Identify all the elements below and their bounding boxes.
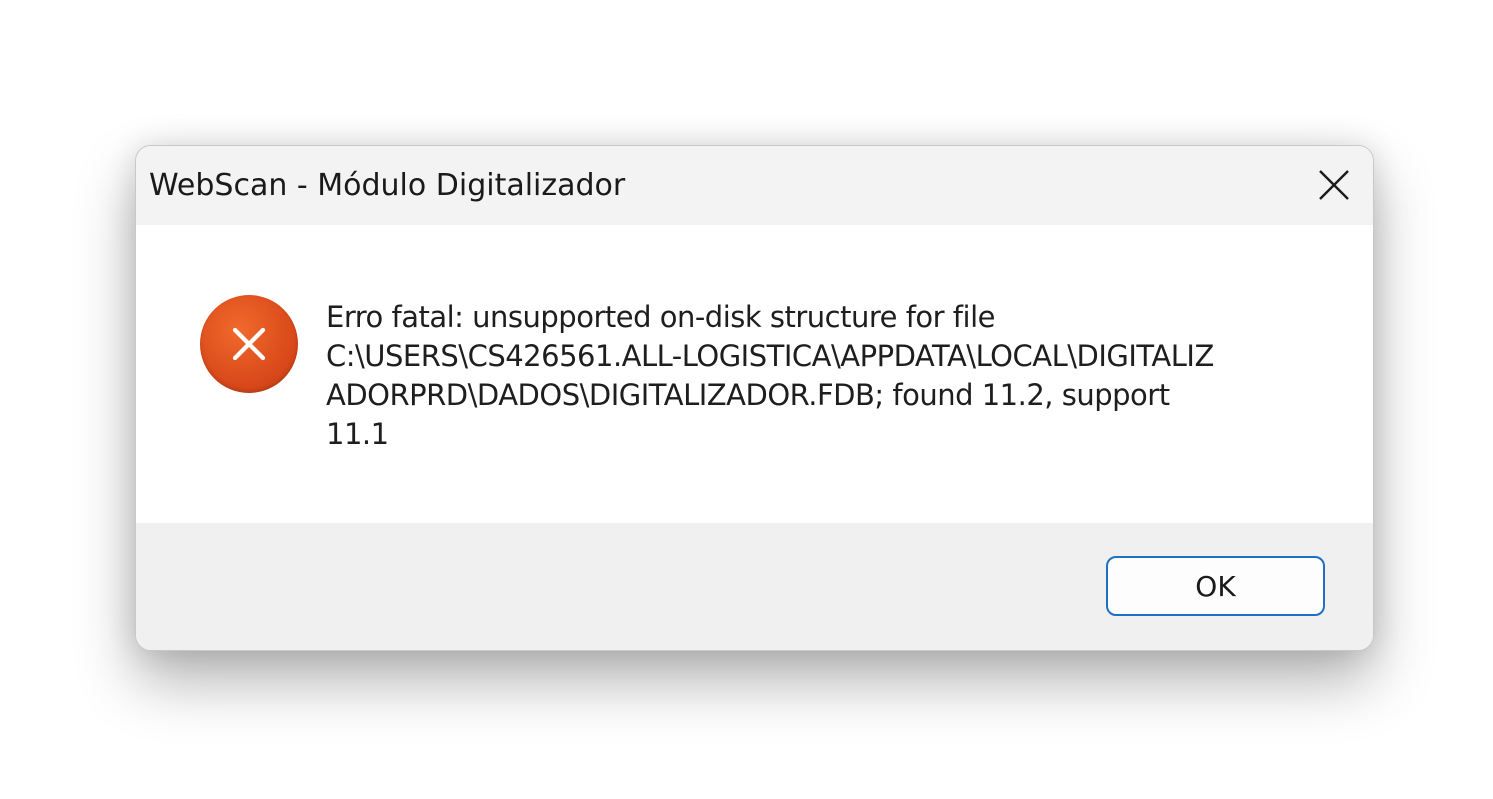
dialog-footer: OK: [136, 523, 1373, 650]
error-icon: [200, 295, 298, 393]
error-message: Erro fatal: unsupported on-disk structur…: [326, 300, 1214, 451]
error-dialog: WebScan - Módulo Digitalizador Erro fata…: [135, 145, 1374, 651]
dialog-title: WebScan - Módulo Digitalizador: [149, 168, 626, 203]
title-bar[interactable]: WebScan - Módulo Digitalizador: [136, 146, 1373, 225]
ok-button[interactable]: OK: [1106, 556, 1325, 616]
dialog-content: Erro fatal: unsupported on-disk structur…: [136, 225, 1373, 523]
close-icon: [1319, 170, 1349, 200]
close-button[interactable]: [1309, 160, 1359, 210]
